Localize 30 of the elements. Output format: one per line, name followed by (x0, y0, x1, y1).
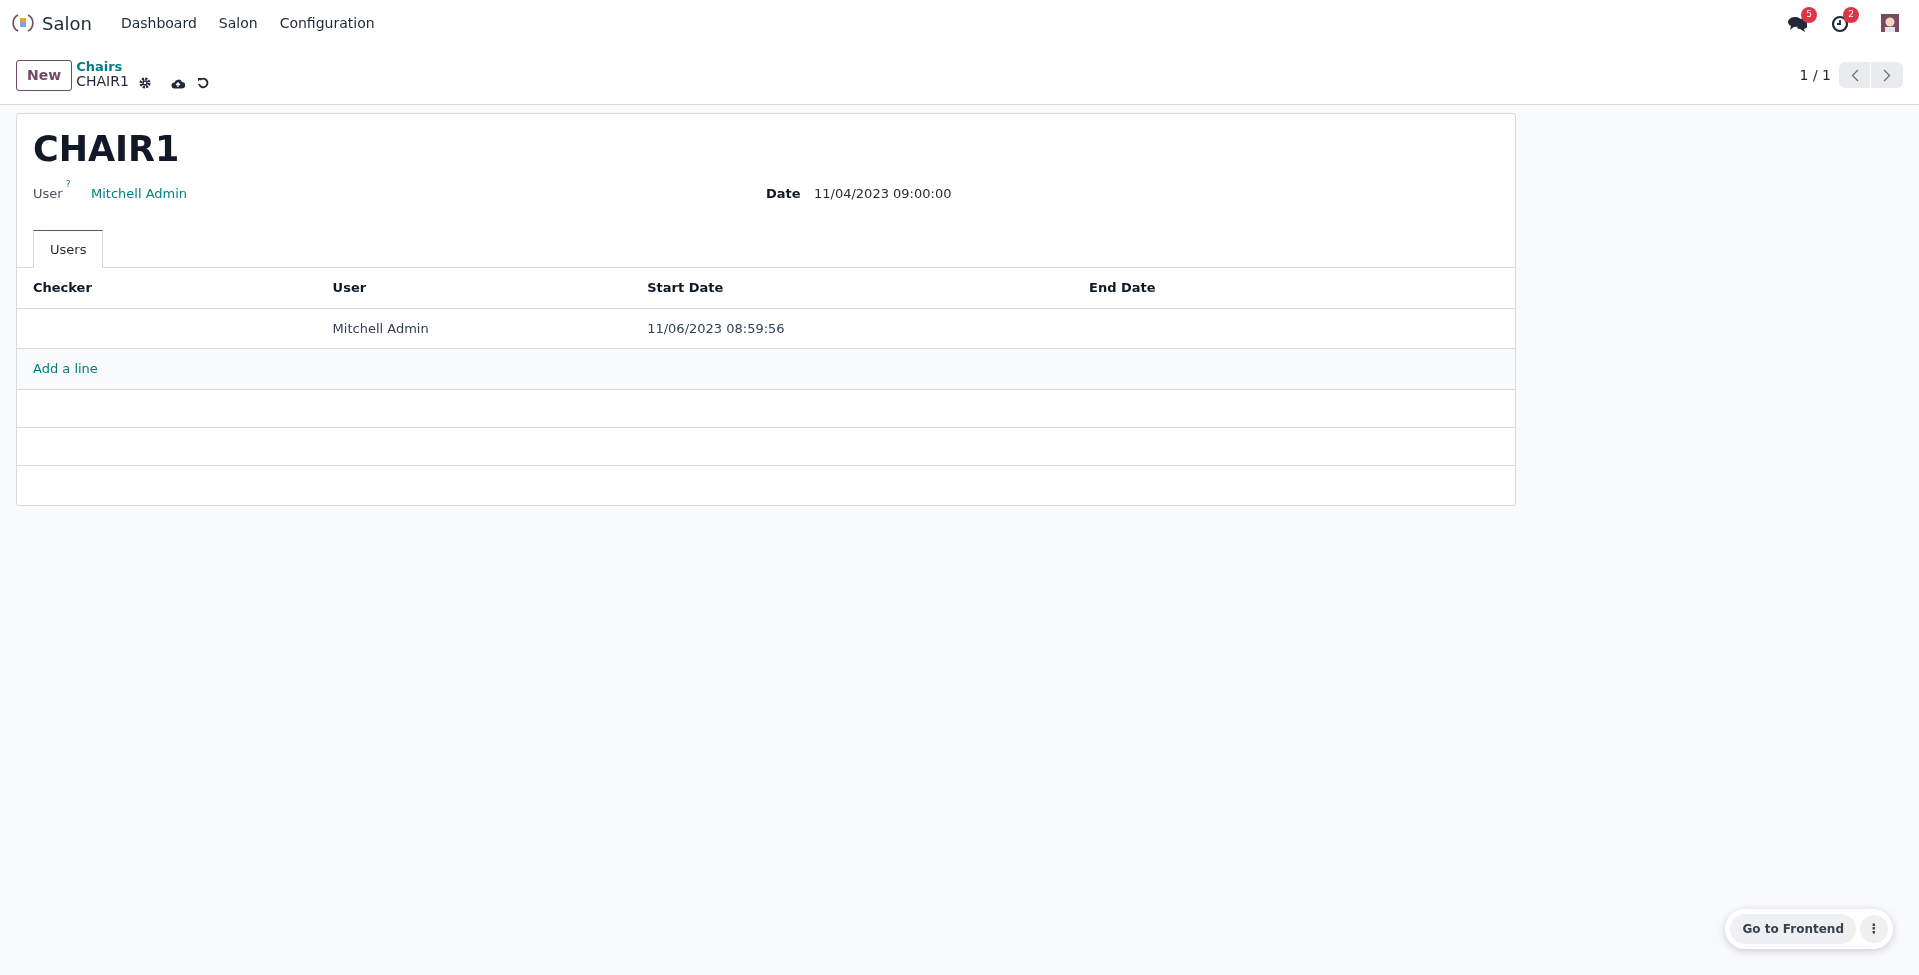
menu-item[interactable]: Dashboard (109, 12, 208, 34)
column-header[interactable]: Checker (33, 280, 92, 295)
menu-item[interactable]: Configuration (268, 12, 386, 34)
app-name[interactable]: Salon (42, 9, 92, 37)
field-value-link[interactable]: Mitchell Admin (91, 184, 188, 204)
new-button[interactable]: New (16, 59, 73, 91)
go-to-frontend-button[interactable]: Go to Frontend (1730, 914, 1856, 944)
column-header[interactable]: User (332, 280, 367, 295)
chevron-right-icon (1883, 68, 1891, 82)
pager-value[interactable]: 1 / 1 (1799, 64, 1831, 86)
field-label: User (33, 186, 63, 201)
chevron-left-icon (1850, 68, 1859, 82)
app-logo-icon[interactable] (12, 12, 34, 34)
menu-item[interactable]: Salon (207, 12, 269, 34)
column-header[interactable]: Start Date (647, 280, 724, 295)
add-line-link[interactable]: Add a line (33, 361, 98, 376)
record-title: CHAIR1 (32, 128, 181, 170)
table-cell: 11/06/2023 08:59:56 (647, 320, 785, 336)
more-options-button[interactable]: ⋮ (1860, 915, 1888, 943)
record-name: CHAIR1 (76, 74, 129, 90)
tab[interactable]: Users (33, 229, 104, 268)
activity-count-badge: 2 (1843, 7, 1859, 23)
column-header[interactable]: End Date (1089, 280, 1156, 295)
field-value: 11/04/2023 09:00:00 (814, 185, 952, 203)
clock-icon[interactable] (1831, 14, 1849, 33)
field-label: Date (766, 186, 801, 201)
message-count-badge: 5 (1801, 7, 1817, 23)
table-cell: Mitchell Admin (332, 320, 429, 336)
breadcrumb-link[interactable]: Chairs (76, 60, 215, 75)
help-tooltip[interactable]: ? (65, 179, 71, 189)
